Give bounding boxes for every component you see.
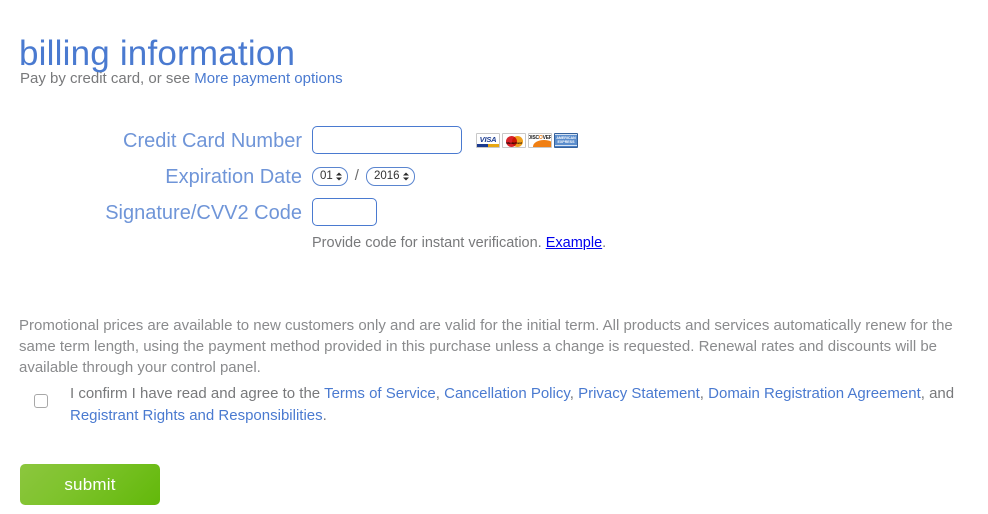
cvv-row: Signature/CVV2 Code Provide code for ins… [0,198,988,254]
expiration-year-value: 2016 [374,168,400,185]
domain-registration-agreement-link[interactable]: Domain Registration Agreement [708,385,921,402]
submit-button[interactable]: submit [20,464,160,505]
terms-of-service-link[interactable]: Terms of Service [324,385,436,402]
privacy-statement-link[interactable]: Privacy Statement [578,385,700,402]
credit-card-number-field: VISA MasterCard DISCOVER AMERICANEXPRESS [312,126,578,154]
agreement-checkbox[interactable] [34,394,48,408]
expiration-date-field: 01 / 2016 [312,162,415,186]
cvv-input[interactable] [312,198,377,226]
credit-card-number-input[interactable] [312,126,462,154]
agreement-sep-3: , [700,385,708,402]
cvv-example-link[interactable]: Example [546,235,602,251]
confirm-agreement-row: I confirm I have read and agree to the T… [34,383,979,427]
expiration-month-select[interactable]: 01 [312,167,348,186]
billing-information-page: billing information Pay by credit card, … [0,0,988,514]
visa-logo: VISA [476,133,500,148]
agreement-suffix: . [323,407,327,424]
subtitle-text: Pay by credit card, or see [20,70,194,87]
agreement-prefix: I confirm I have read and agree to the [70,385,324,402]
credit-card-number-label: Credit Card Number [0,126,312,156]
cvv-hint-suffix: . [602,235,606,251]
expiration-date-label: Expiration Date [0,162,312,192]
agreement-text: I confirm I have read and agree to the T… [70,383,979,427]
spinner-arrows-icon[interactable] [403,170,410,183]
cvv-label: Signature/CVV2 Code [0,198,312,228]
expiration-date-row: Expiration Date 01 / 2016 [0,162,988,192]
discover-logo: DISCOVER [528,133,552,148]
spinner-arrows-icon[interactable] [336,170,343,183]
amex-logo: AMERICANEXPRESS [554,133,578,148]
expiration-year-select[interactable]: 2016 [366,167,415,186]
mastercard-logo: MasterCard [502,133,526,148]
expiration-separator: / [355,166,359,186]
cancellation-policy-link[interactable]: Cancellation Policy [444,385,570,402]
agreement-conjunction: , and [921,385,954,402]
accepted-card-logos: VISA MasterCard DISCOVER AMERICANEXPRESS [476,133,578,148]
more-payment-options-link[interactable]: More payment options [194,70,342,87]
expiration-month-value: 01 [320,168,333,185]
cvv-field: Provide code for instant verification. E… [312,198,606,254]
agreement-sep-2: , [570,385,578,402]
cvv-hint-text: Provide code for instant verification. [312,235,546,251]
payment-subtitle: Pay by credit card, or see More payment … [20,68,343,90]
billing-form: Credit Card Number VISA MasterCard DISCO… [0,126,988,260]
agreement-sep-1: , [436,385,444,402]
legal-disclaimer: Promotional prices are available to new … [19,315,981,378]
credit-card-number-row: Credit Card Number VISA MasterCard DISCO… [0,126,988,156]
registrant-rights-link[interactable]: Registrant Rights and Responsibilities [70,407,323,424]
cvv-hint: Provide code for instant verification. E… [312,232,606,254]
